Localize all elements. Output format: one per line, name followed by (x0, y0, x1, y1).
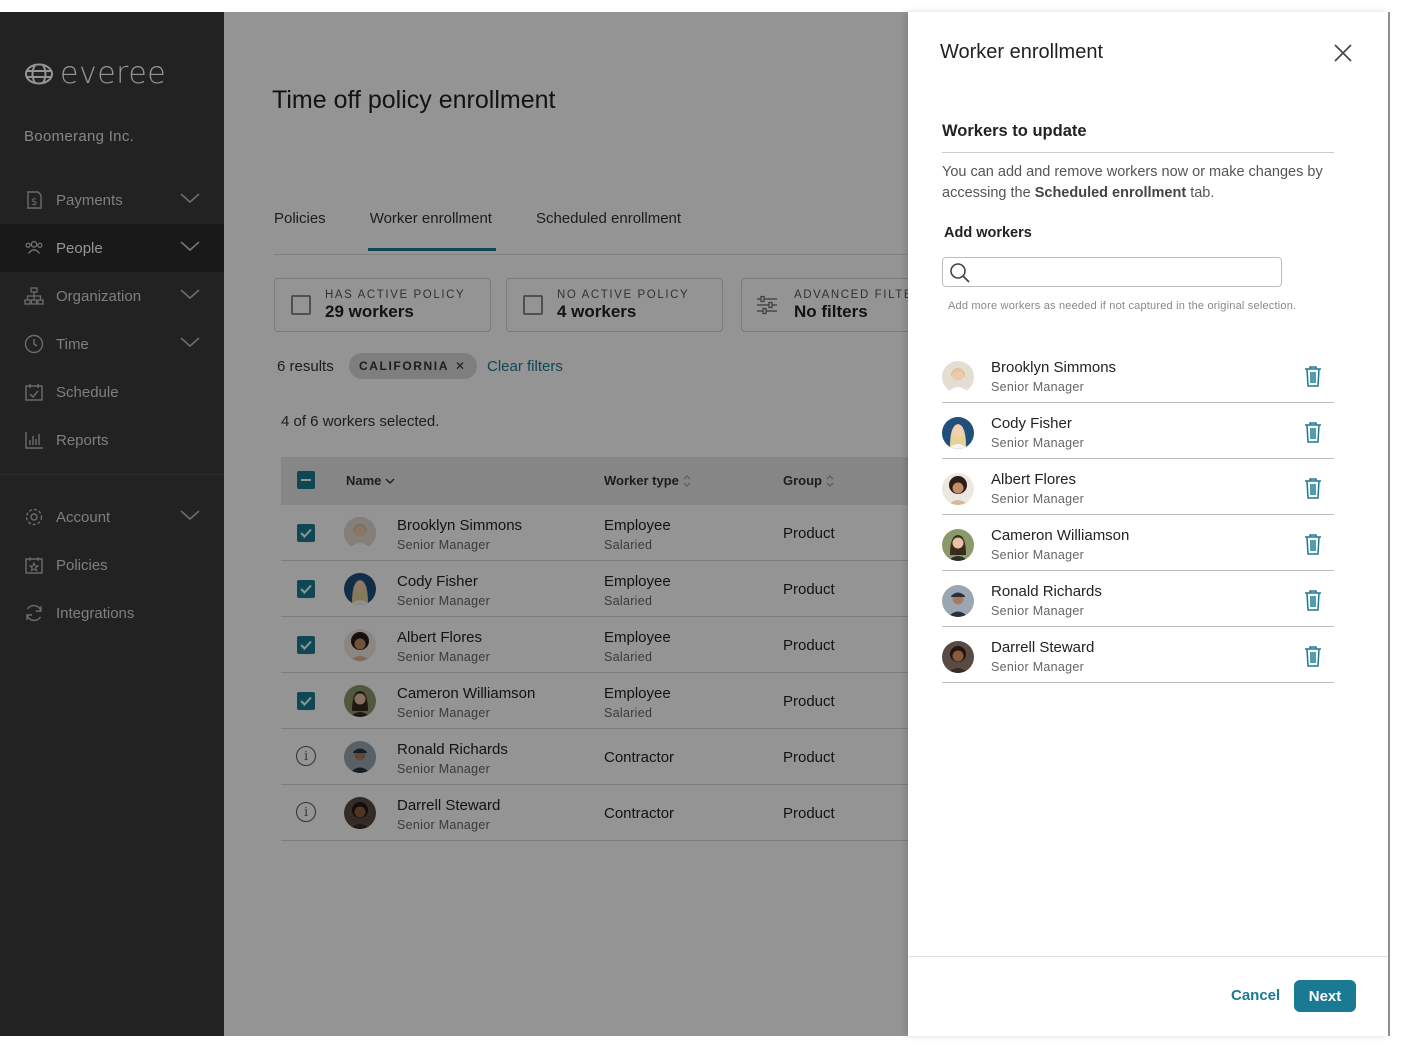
add-workers-label: Add workers (944, 225, 1032, 241)
worker-title: Senior Manager (991, 492, 1085, 506)
worker-name: Brooklyn Simmons (991, 359, 1117, 376)
next-button[interactable]: Next (1294, 980, 1356, 1012)
footer-divider (908, 956, 1388, 957)
worker-title: Senior Manager (991, 380, 1085, 394)
workers-list: Brooklyn Simmons Senior Manager Cody Fis… (942, 347, 1334, 683)
worker-name: Darrell Steward (991, 639, 1095, 656)
list-item: Ronald Richards Senior Manager (942, 571, 1334, 627)
avatar (942, 473, 974, 505)
cancel-button[interactable]: Cancel (1231, 987, 1280, 1004)
list-item: Brooklyn Simmons Senior Manager (942, 347, 1334, 403)
worker-enrollment-modal: Worker enrollment Workers to update You … (908, 12, 1388, 1036)
worker-title: Senior Manager (991, 548, 1085, 562)
search-field[interactable] (942, 257, 1282, 287)
worker-title: Senior Manager (991, 436, 1085, 450)
modal-title: Worker enrollment (940, 41, 1104, 63)
worker-title: Senior Manager (991, 604, 1085, 618)
trash-icon[interactable] (1303, 589, 1323, 611)
trash-icon[interactable] (1303, 365, 1323, 387)
section-title: Workers to update (942, 122, 1087, 140)
avatar (942, 529, 974, 561)
avatar (942, 585, 974, 617)
search-hint: Add more workers as needed if not captur… (948, 300, 1297, 312)
list-item: Darrell Steward Senior Manager (942, 627, 1334, 683)
avatar (942, 641, 974, 673)
trash-icon[interactable] (1303, 477, 1323, 499)
list-item: Cody Fisher Senior Manager (942, 403, 1334, 459)
list-item: Albert Flores Senior Manager (942, 459, 1334, 515)
worker-title: Senior Manager (991, 660, 1085, 674)
trash-icon[interactable] (1303, 421, 1323, 443)
worker-name: Cameron Williamson (991, 527, 1130, 544)
section-divider (942, 152, 1334, 153)
close-icon[interactable] (1332, 42, 1354, 64)
trash-icon[interactable] (1303, 645, 1323, 667)
list-item: Cameron Williamson Senior Manager (942, 515, 1334, 571)
section-description: You can add and remove workers now or ma… (942, 162, 1334, 204)
description-text: tab. (1186, 185, 1215, 201)
worker-name: Albert Flores (991, 471, 1077, 488)
description-emphasis: Scheduled enrollment (1034, 185, 1187, 201)
avatar (942, 361, 974, 393)
search-icon (950, 263, 970, 283)
worker-name: Cody Fisher (991, 415, 1072, 432)
trash-icon[interactable] (1303, 533, 1323, 555)
avatar (942, 417, 974, 449)
worker-name: Ronald Richards (991, 583, 1102, 600)
search-input[interactable] (979, 262, 1273, 284)
